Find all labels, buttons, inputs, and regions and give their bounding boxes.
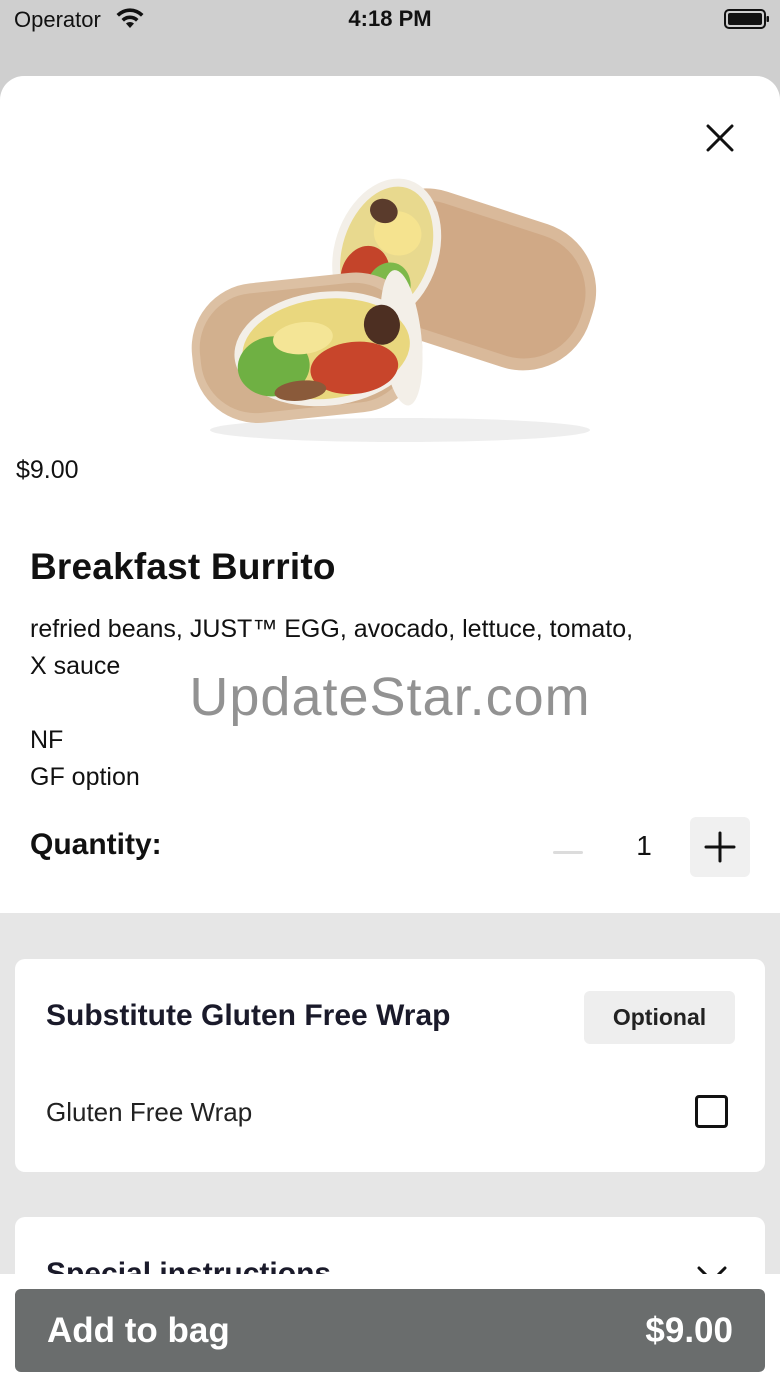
description-line [30,685,730,722]
status-bar: Operator 4:18 PM [0,0,780,40]
item-description: refried beans, JUST™ EGG, avocado, lettu… [30,611,730,796]
description-line: refried beans, JUST™ EGG, avocado, lettu… [30,615,634,643]
item-title: Breakfast Burrito [30,546,336,587]
quantity-value: 1 [636,830,652,861]
battery-icon [724,9,769,29]
item-price: $9.00 [16,456,79,484]
optional-badge: Optional [584,991,735,1044]
description-line: X sauce [30,652,121,680]
plus-icon [704,831,736,863]
status-time: 4:18 PM [348,6,432,31]
quantity-decrement-button[interactable] [548,832,588,872]
burrito-image [191,178,597,442]
close-button[interactable] [698,116,742,160]
gluten-free-wrap-checkbox[interactable] [695,1095,728,1128]
add-to-bag-button[interactable]: Add to bag $9.00 [15,1289,765,1372]
modifier-group-card: Substitute Gluten Free Wrap Optional Glu… [15,959,765,1172]
item-detail-sheet: $9.00 Breakfast Burrito refried beans, J… [0,76,780,1387]
modifier-group-title: Substitute Gluten Free Wrap [46,999,451,1032]
option-label-gluten-free-wrap: Gluten Free Wrap [46,1097,253,1127]
description-line: GF option [30,763,140,791]
quantity-label: Quantity: [30,828,162,861]
description-line: NF [30,726,64,754]
add-to-bag-label: Add to bag [47,1311,230,1350]
add-to-bag-price: $9.00 [645,1311,733,1350]
minus-icon [553,850,583,854]
quantity-increment-button[interactable] [690,817,750,877]
close-icon [706,124,734,152]
item-header-section: $9.00 Breakfast Burrito refried beans, J… [0,76,780,913]
